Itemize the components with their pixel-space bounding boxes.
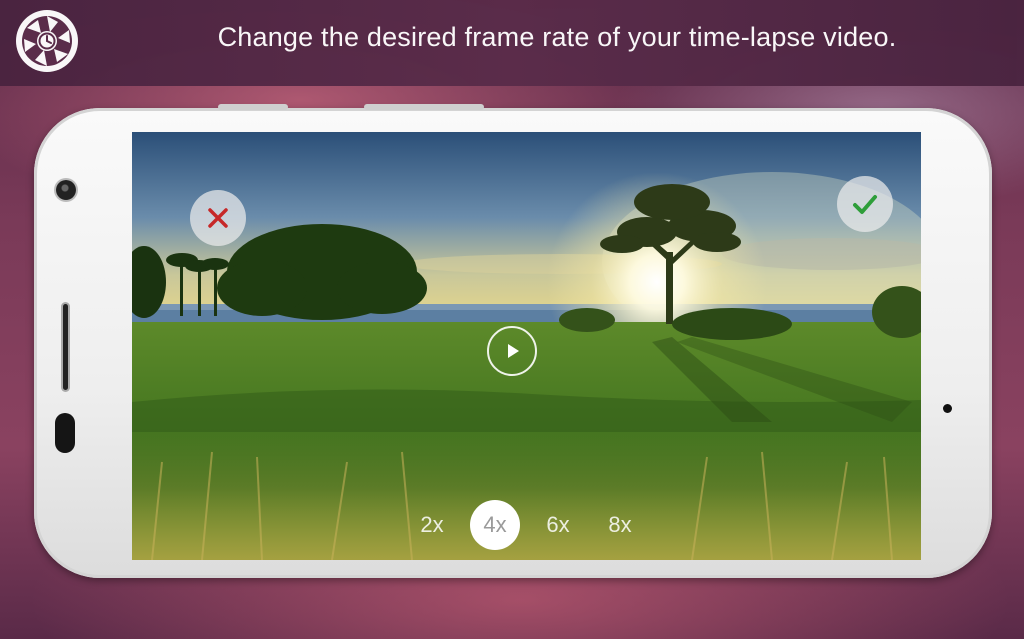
close-icon xyxy=(208,208,228,228)
phone-sensor xyxy=(943,404,952,413)
speed-option-8x[interactable]: 8x xyxy=(595,500,645,550)
cancel-button[interactable] xyxy=(190,190,246,246)
checkmark-icon xyxy=(853,195,877,214)
speed-selector: 2x 4x 6x 8x xyxy=(402,500,652,550)
play-button[interactable] xyxy=(487,326,537,376)
shutter-timer-logo-icon xyxy=(16,10,78,72)
confirm-button[interactable] xyxy=(837,176,893,232)
phone-speaker xyxy=(63,304,68,390)
phone-home-button xyxy=(55,413,75,453)
speed-option-4x[interactable]: 4x xyxy=(470,500,520,550)
speed-option-2x[interactable]: 2x xyxy=(407,500,457,550)
header-caption: Change the desired frame rate of your ti… xyxy=(217,22,897,52)
video-preview[interactable]: 2x 4x 6x 8x xyxy=(132,132,921,560)
front-camera xyxy=(56,180,76,200)
header-bar: Change the desired frame rate of your ti… xyxy=(0,0,1024,86)
play-icon xyxy=(508,344,519,358)
phone-side-button xyxy=(218,104,288,110)
phone-volume-button xyxy=(364,104,484,110)
speed-option-6x[interactable]: 6x xyxy=(533,500,583,550)
